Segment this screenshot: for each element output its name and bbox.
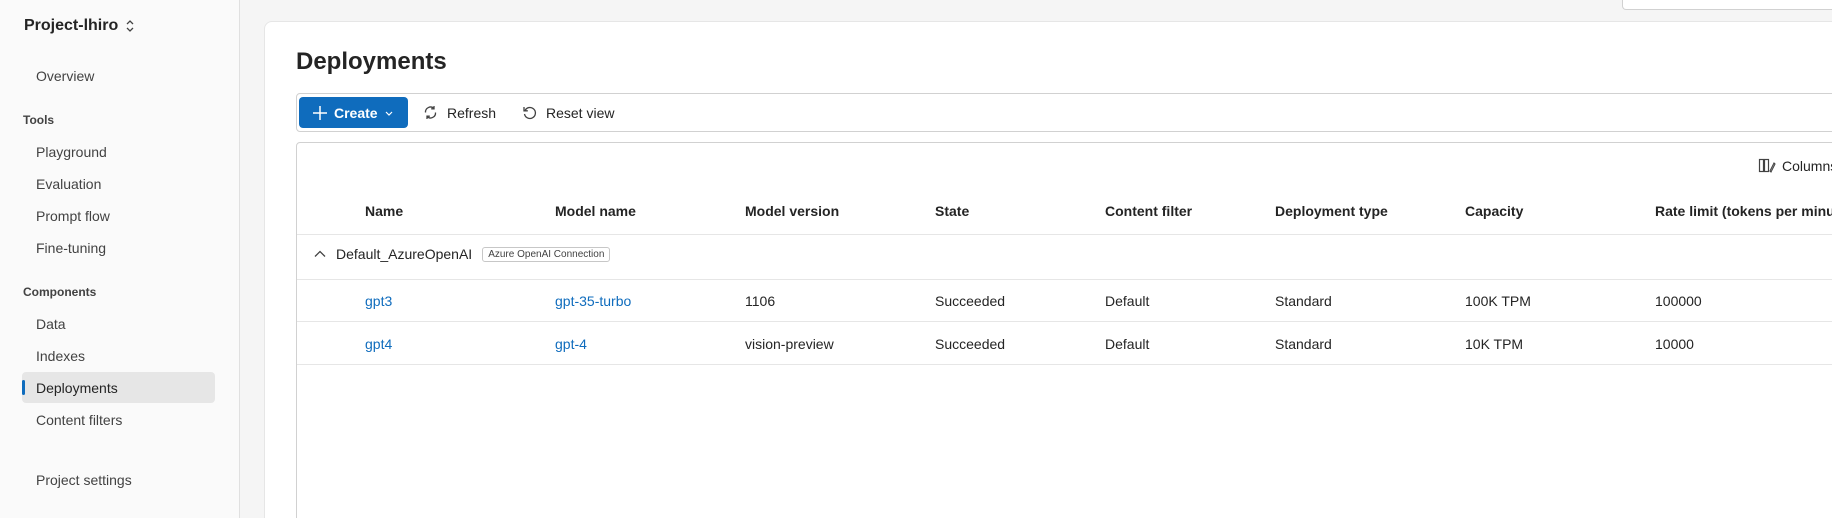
deployments-table [296, 142, 1832, 518]
sidebar-item-label: Fine-tuning [36, 239, 107, 256]
rate-limit-cell: 100000 [1655, 293, 1702, 309]
state-cell: Succeeded [935, 336, 1006, 352]
undo-icon [523, 106, 537, 120]
sidebar-item-evaluation[interactable]: Evaluation [22, 168, 215, 199]
capacity-cell: 10K TPM [1465, 336, 1524, 352]
row-divider [297, 321, 1832, 322]
deployment-name-link[interactable]: gpt4 [365, 336, 392, 352]
chevron-up-down-icon [126, 20, 134, 32]
sidebar-item-label: Project settings [36, 471, 132, 488]
column-header-model-name[interactable]: Model name [555, 203, 636, 219]
sidebar-item-data[interactable]: Data [22, 308, 215, 339]
content-filter-cell: Default [1105, 336, 1150, 352]
sidebar-item-prompt-flow[interactable]: Prompt flow [22, 200, 215, 231]
deployment-type-cell: Standard [1275, 336, 1332, 352]
row-divider [297, 279, 1832, 280]
sidebar-item-label: Evaluation [36, 175, 102, 192]
columns-button[interactable]: Columns [1758, 157, 1832, 175]
sidebar-item-fine-tuning[interactable]: Fine-tuning [22, 232, 215, 263]
create-button-label: Create [334, 104, 378, 121]
group-header-row: Default_AzureOpenAI Azure OpenAI Connect… [312, 246, 611, 262]
group-name: Default_AzureOpenAI [336, 246, 473, 262]
rate-limit-cell: 10000 [1655, 336, 1694, 352]
sidebar-item-indexes[interactable]: Indexes [22, 340, 215, 371]
sidebar-item-label: Deployments [36, 379, 118, 396]
deployment-type-cell: Standard [1275, 293, 1332, 309]
sidebar-item-label: Content filters [36, 411, 123, 428]
sidebar-item-playground[interactable]: Playground [22, 136, 215, 167]
sidebar-item-label: Indexes [36, 347, 86, 364]
model-name-link[interactable]: gpt-4 [555, 336, 587, 352]
search-input[interactable] [1622, 0, 1832, 10]
refresh-button[interactable]: Refresh [422, 97, 496, 128]
refresh-icon [424, 106, 437, 119]
refresh-button-label: Refresh [447, 104, 497, 121]
column-header-state[interactable]: State [935, 203, 969, 219]
reset-view-button[interactable]: Reset view [521, 97, 614, 128]
sidebar-item-label: Prompt flow [36, 207, 110, 224]
state-cell: Succeeded [935, 293, 1006, 309]
deployment-name-link[interactable]: gpt3 [365, 293, 392, 309]
column-header-content-filter[interactable]: Content filter [1105, 203, 1192, 219]
sidebar-item-deployments[interactable]: Deployments [22, 372, 215, 403]
content-filter-cell: Default [1105, 293, 1150, 309]
model-version-cell: vision-preview [745, 336, 834, 352]
sidebar: Project-lhiro Overview Tools Playground … [0, 0, 240, 518]
model-version-cell: 1106 [745, 293, 776, 309]
model-name-link[interactable]: gpt-35-turbo [555, 293, 631, 309]
chevron-down-icon [385, 111, 393, 116]
row-divider [297, 234, 1832, 235]
sidebar-item-content-filters[interactable]: Content filters [22, 404, 215, 435]
columns-button-label: Columns [1782, 158, 1832, 174]
column-header-name[interactable]: Name [365, 203, 403, 219]
capacity-cell: 100K TPM [1465, 293, 1531, 309]
sidebar-item-overview[interactable]: Overview [22, 60, 215, 91]
connection-badge: Azure OpenAI Connection [482, 246, 611, 262]
project-name: Project-lhiro [24, 17, 119, 34]
reset-view-button-label: Reset view [546, 104, 615, 121]
sidebar-section-components: Components [23, 285, 97, 299]
column-header-rate-limit[interactable]: Rate limit (tokens per minute) [1655, 203, 1832, 219]
project-selector[interactable]: Project-lhiro [24, 17, 136, 35]
sidebar-section-tools: Tools [23, 113, 55, 127]
chevron-up-icon[interactable] [312, 246, 328, 262]
plus-icon [313, 105, 327, 120]
row-divider [297, 364, 1832, 365]
page-title: Deployments [296, 48, 447, 75]
create-button[interactable]: Create [299, 97, 408, 128]
sidebar-item-label: Data [36, 315, 66, 332]
columns-icon [1758, 158, 1776, 173]
sidebar-item-label: Overview [36, 67, 95, 84]
sidebar-item-project-settings[interactable]: Project settings [22, 464, 215, 495]
sidebar-item-label: Playground [36, 143, 107, 160]
column-header-capacity[interactable]: Capacity [1465, 203, 1523, 219]
column-header-deployment-type[interactable]: Deployment type [1275, 203, 1388, 219]
column-header-model-version[interactable]: Model version [745, 203, 839, 219]
